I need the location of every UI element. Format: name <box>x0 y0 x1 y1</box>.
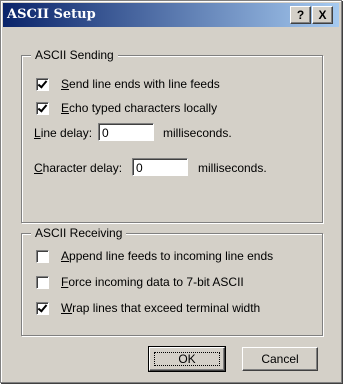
wrap-lines-checkbox[interactable]: Wrap lines that exceed terminal width <box>36 300 260 316</box>
ascii-receiving-group: ASCII Receiving Append line feeds to inc… <box>21 226 323 336</box>
send-line-ends-checkbox[interactable]: Send line ends with line feeds <box>36 76 220 92</box>
cancel-button[interactable]: Cancel <box>242 347 318 371</box>
character-delay-input[interactable]: 0 <box>132 158 188 176</box>
force-7bit-checkbox[interactable]: Force incoming data to 7-bit ASCII <box>36 274 244 290</box>
force-7bit-checkbox-box[interactable] <box>36 275 49 289</box>
echo-typed-accel: E <box>61 101 70 115</box>
character-delay-label: Character delay: <box>34 161 122 175</box>
echo-typed-label: Echo typed characters locally <box>61 101 217 115</box>
force-7bit-label: Force incoming data to 7-bit ASCII <box>61 275 244 289</box>
ascii-setup-dialog: ASCII Setup ? X ASCII Sending Send line … <box>0 0 342 383</box>
send-line-ends-checkbox-box[interactable] <box>36 77 49 91</box>
line-delay-rest: ine delay: <box>40 126 93 140</box>
ok-button[interactable]: OK <box>148 346 226 372</box>
character-delay-rest: haracter delay: <box>42 161 123 175</box>
echo-typed-checkbox-box[interactable] <box>36 101 49 115</box>
close-button[interactable]: X <box>312 6 333 24</box>
wrap-lines-rest: rap lines that exceed terminal width <box>72 301 261 315</box>
help-button[interactable]: ? <box>290 6 311 24</box>
line-delay-label: Line delay: <box>34 126 92 140</box>
ascii-receiving-legend: ASCII Receiving <box>31 226 127 240</box>
wrap-lines-label: Wrap lines that exceed terminal width <box>61 301 260 315</box>
send-line-ends-rest: end line ends with line feeds <box>69 77 220 91</box>
line-delay-unit: milliseconds. <box>163 126 232 140</box>
append-line-feeds-label: Append line feeds to incoming line ends <box>61 249 273 263</box>
append-line-feeds-checkbox[interactable]: Append line feeds to incoming line ends <box>36 248 273 264</box>
echo-typed-checkbox[interactable]: Echo typed characters locally <box>36 100 217 116</box>
ascii-sending-group: ASCII Sending Send line ends with line f… <box>21 48 323 223</box>
send-line-ends-label: Send line ends with line feeds <box>61 77 220 91</box>
force-7bit-rest: orce incoming data to 7-bit ASCII <box>68 275 244 289</box>
ok-focus-ring <box>154 352 220 366</box>
wrap-lines-checkbox-box[interactable] <box>36 301 49 315</box>
echo-typed-rest: cho typed characters locally <box>69 101 218 115</box>
line-delay-input[interactable]: 0 <box>98 123 154 141</box>
append-line-feeds-accel: A <box>61 249 70 263</box>
character-delay-unit: milliseconds. <box>198 161 267 175</box>
wrap-lines-accel: W <box>61 301 73 315</box>
send-line-ends-accel: S <box>61 77 70 91</box>
title-bar[interactable]: ASCII Setup ? X <box>3 3 339 27</box>
dialog-title: ASCII Setup <box>7 7 96 22</box>
line-delay-accel: L <box>34 126 41 140</box>
append-line-feeds-checkbox-box[interactable] <box>36 249 49 263</box>
character-delay-accel: C <box>34 161 43 175</box>
append-line-feeds-rest: ppend line feeds to incoming line ends <box>69 249 274 263</box>
ascii-sending-legend: ASCII Sending <box>31 48 118 62</box>
